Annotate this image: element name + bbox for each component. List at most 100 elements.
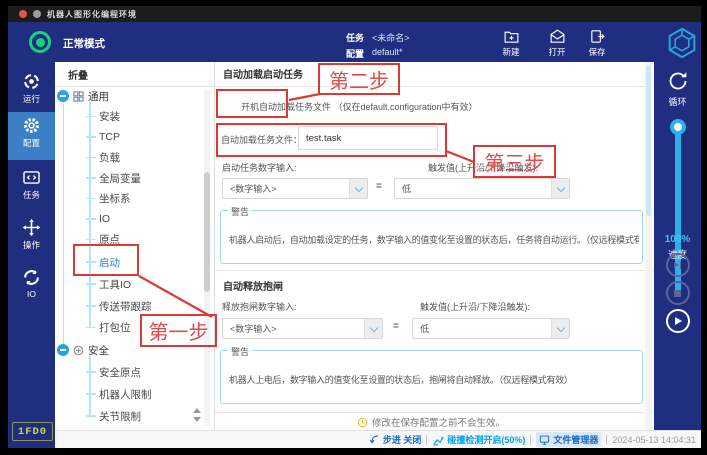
tree-tick (86, 393, 96, 395)
nav-item-task[interactable]: 任务 (8, 168, 55, 201)
stop-icon (674, 290, 681, 297)
move-arrows-icon (22, 218, 41, 237)
open-button[interactable]: 打开 (537, 25, 577, 61)
loop-icon (666, 69, 690, 93)
mode-indicator-icon (29, 31, 51, 53)
digital-input-select-1[interactable]: <数字输入> (222, 178, 368, 199)
mode-label: 正常模式 (63, 36, 105, 51)
tree-tick (86, 371, 96, 373)
save-icon (589, 28, 606, 45)
window-close-button[interactable] (19, 10, 27, 18)
trigger-value-select-2[interactable]: 低 (412, 318, 570, 339)
chevron-down-icon[interactable] (364, 319, 382, 338)
warning-text: 机器人启动后，自动加载设定的任务，数字输入的值变化至设置的状态后，任务将自动运行… (229, 233, 639, 246)
tree-item-coordinate-system[interactable]: 坐标系 (86, 191, 131, 207)
tree-item-conveyor-tracking[interactable]: 传送带跟踪 (86, 298, 152, 314)
tree-tick (86, 198, 96, 200)
digital-input-select-2[interactable]: <数字输入> (222, 318, 383, 339)
main-content: 自动加载启动任务 开机自动加载任务文件 （仅在default.configura… (215, 62, 654, 430)
config-value: default* (372, 47, 403, 57)
tree-item-startup[interactable]: 启动 (86, 254, 120, 270)
tree-item-pallet[interactable]: 打包位 (86, 320, 131, 336)
warning-title: 警告 (228, 205, 252, 218)
chevron-down-icon[interactable] (349, 179, 367, 198)
tree-item-tcp[interactable]: TCP (86, 129, 120, 145)
section1-title: 自动加载启动任务 (223, 66, 303, 81)
tree-group-safety[interactable]: 安全 (57, 342, 109, 358)
tree-item-safety-home[interactable]: 安全原点 (86, 364, 141, 380)
nav-item-io[interactable]: IO (8, 268, 55, 299)
equals-sign: = (376, 181, 382, 192)
trigger-label-1: 触发值(上升沿/下降沿触发): (428, 161, 538, 174)
tree-item-payload[interactable]: 负载 (86, 150, 120, 166)
tree-tick (86, 177, 96, 179)
step-arrow-icon (369, 434, 380, 445)
collapse-node-icon[interactable] (57, 344, 69, 356)
tree-tick (86, 116, 96, 118)
start-task-input-label: 启动任务数字输入: (222, 161, 297, 174)
nav-item-config[interactable]: 配置 (8, 116, 55, 149)
tree-item-home[interactable]: 原点 (86, 232, 120, 248)
chevron-down-icon[interactable] (551, 319, 569, 338)
warning-text: 机器人上电后，数字输入的值变化至设置的状态后，抱闸将自动释放。（仅远程模式有效） (229, 373, 639, 386)
main-scrollbar-thumb[interactable] (646, 66, 651, 216)
trigger-value-select-1[interactable]: 低 (394, 178, 570, 199)
notice-row: 修改在保存配置之前不会生效。 (215, 414, 647, 430)
tree-item-global-variables[interactable]: 全局变量 (86, 170, 141, 186)
nav-item-run[interactable]: 运行 (8, 72, 55, 105)
task-label: 任务 (346, 31, 364, 44)
step-forward-button[interactable] (666, 253, 690, 277)
divider (215, 412, 654, 413)
collapse-header[interactable]: 折叠 (68, 67, 88, 82)
play-button[interactable] (666, 309, 690, 333)
collision-detection-status[interactable]: 碰撞检测开启(50%) (432, 433, 525, 446)
tree-item-tool-io[interactable]: 工具IO (86, 276, 131, 292)
app-header: 正常模式 任务 <未命名> 配置 default* 新建 打开 保存 (8, 22, 701, 62)
scroll-down-icon[interactable] (193, 417, 201, 422)
tree-group-general[interactable]: 通用 (57, 88, 109, 104)
io-cycle-icon (22, 268, 41, 287)
code-icon (22, 168, 41, 187)
release-brake-input-label: 释放抱闸数字输入: (222, 300, 297, 313)
autoload-file-label: 自动加载任务文件： (221, 133, 302, 146)
autoload-file-input[interactable]: test.task (298, 126, 438, 150)
loop-label: 循环 (654, 95, 701, 108)
stop-button[interactable] (666, 281, 690, 305)
right-control-panel: 循环 100% 速度 (654, 62, 701, 430)
file-manager-icon (539, 434, 550, 445)
step-mode-status[interactable]: 步进 关闭 (369, 433, 422, 446)
speed-value: 100% (654, 234, 701, 245)
window-title: 机器人图形化编程环境 (47, 9, 137, 20)
file-manager-button[interactable]: 文件管理器 (536, 432, 601, 447)
collapse-node-icon[interactable] (57, 90, 69, 102)
separator (606, 435, 607, 445)
tree-item-robot-limits[interactable]: 机器人限制 (86, 386, 152, 402)
tree-tick (86, 305, 96, 307)
brand-cube-icon (665, 26, 699, 60)
window-minimize-button[interactable] (33, 10, 41, 18)
warning-box-1: 警告 机器人启动后，自动加载设定的任务，数字输入的值变化至设置的状态后，任务将自… (220, 210, 643, 264)
left-nav: 运行 配置 任务 操作 IO 1FD0 (8, 62, 55, 448)
loop-button[interactable] (666, 69, 690, 93)
robot-arm-icon (432, 434, 444, 446)
new-button[interactable]: 新建 (491, 25, 531, 61)
save-button[interactable]: 保存 (577, 25, 617, 61)
section2-title: 自动释放抱闸 (223, 278, 283, 293)
tree-scroll-spinner[interactable] (191, 404, 203, 426)
divider (215, 86, 654, 87)
tree-scrollbar-thumb[interactable] (204, 172, 210, 292)
divider (55, 86, 215, 87)
gear-icon (22, 116, 41, 135)
warning-title: 警告 (228, 345, 252, 358)
separator (530, 435, 531, 445)
tree-item-installation[interactable]: 安装 (86, 109, 120, 125)
tree-item-io[interactable]: IO (86, 211, 110, 227)
chevron-down-icon[interactable] (551, 179, 569, 198)
nav-item-operate[interactable]: 操作 (8, 218, 55, 251)
divider (215, 270, 654, 271)
tree-tick (86, 261, 96, 263)
app-window: 机器人图形化编程环境 正常模式 任务 <未命名> 配置 default* 新建 … (0, 0, 707, 455)
tree-item-joint-limits[interactable]: 关节限制 (86, 408, 141, 424)
scroll-up-icon[interactable] (193, 408, 201, 413)
grid-icon (73, 91, 84, 102)
